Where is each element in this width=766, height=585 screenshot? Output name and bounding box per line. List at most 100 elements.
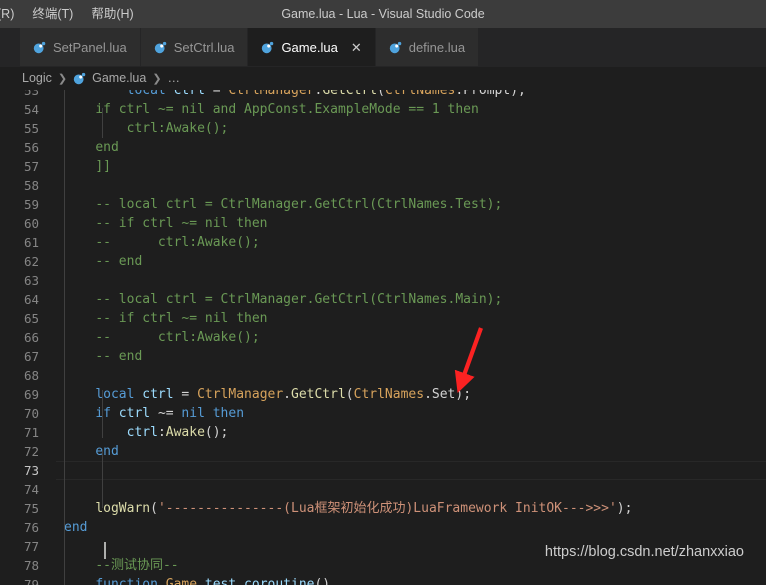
line-content[interactable]: function Game.test_coroutine()	[60, 575, 766, 585]
line-content[interactable]	[60, 176, 766, 195]
code-line-76[interactable]: 76 end	[0, 518, 766, 537]
token: Awake	[165, 425, 205, 440]
code-line-58[interactable]: 58	[0, 176, 766, 195]
token: end	[95, 444, 119, 459]
line-content[interactable]: if ctrl ~= nil and AppConst.ExampleMode …	[60, 100, 766, 119]
tab-close-icon[interactable]: ✕	[351, 41, 362, 54]
title-bar: (R)终端(T)帮助(H) Game.lua - Lua - Visual St…	[0, 0, 766, 28]
code-line-75[interactable]: 75 logWarn('---------------(Lua框架初始化成功)L…	[0, 499, 766, 518]
line-content[interactable]	[60, 537, 766, 556]
tab-define-lua[interactable]: define.lua	[375, 28, 480, 66]
menu-item-1[interactable]: 终端(T)	[23, 0, 82, 28]
code-line-66[interactable]: 66 -- ctrl:Awake();	[0, 328, 766, 347]
code-lines[interactable]: 53 local ctrl = CtrlManager.GetCtrl(Ctrl…	[0, 90, 766, 585]
line-content[interactable]: -- local ctrl = CtrlManager.GetCtrl(Ctrl…	[60, 290, 766, 309]
code-line-69[interactable]: 69 local ctrl = CtrlManager.GetCtrl(Ctrl…	[0, 385, 766, 404]
code-line-60[interactable]: 60 -- if ctrl ~= nil then	[0, 214, 766, 233]
code-line-78[interactable]: 78 --测试协同--	[0, 556, 766, 575]
line-content[interactable]	[60, 366, 766, 385]
code-line-57[interactable]: 57 ]]	[0, 157, 766, 176]
line-content[interactable]: -- ctrl:Awake();	[60, 233, 766, 252]
line-content[interactable]: end	[60, 138, 766, 157]
code-line-59[interactable]: 59 -- local ctrl = CtrlManager.GetCtrl(C…	[0, 195, 766, 214]
code-editor[interactable]: 53 local ctrl = CtrlManager.GetCtrl(Ctrl…	[0, 90, 766, 585]
line-content[interactable]	[60, 480, 766, 499]
menu-item-2[interactable]: 帮助(H)	[82, 0, 142, 28]
token: -- end	[95, 254, 143, 269]
token: local	[126, 90, 166, 98]
line-content[interactable]: ctrl:Awake();	[60, 119, 766, 138]
line-number: 55	[23, 121, 39, 136]
code-line-63[interactable]: 63	[0, 271, 766, 290]
editor-tab-bar: SetPanel.lua SetCtrl.lua Game.lua ✕ define.l…	[0, 28, 766, 67]
code-line-71[interactable]: 71 ctrl:Awake();	[0, 423, 766, 442]
line-number: 70	[23, 406, 39, 421]
code-line-74[interactable]: 74	[0, 480, 766, 499]
line-content[interactable]: if ctrl ~= nil then	[60, 404, 766, 423]
code-line-65[interactable]: 65 -- if ctrl ~= nil then	[0, 309, 766, 328]
line-content[interactable]	[56, 461, 766, 480]
code-line-64[interactable]: 64 -- local ctrl = CtrlManager.GetCtrl(C…	[0, 290, 766, 309]
line-number: 69	[23, 387, 39, 402]
line-content[interactable]: -- end	[60, 252, 766, 271]
tab-label: SetCtrl.lua	[173, 39, 235, 55]
code-line-62[interactable]: 62 -- end	[0, 252, 766, 271]
line-number: 72	[23, 444, 39, 459]
token: (	[150, 501, 158, 516]
code-line-70[interactable]: 70 if ctrl ~= nil then	[0, 404, 766, 423]
code-line-56[interactable]: 56 end	[0, 138, 766, 157]
code-line-68[interactable]: 68	[0, 366, 766, 385]
token: test_coroutine	[204, 577, 315, 585]
line-content[interactable]: end	[60, 518, 766, 537]
line-content[interactable]: -- local ctrl = CtrlManager.GetCtrl(Ctrl…	[60, 195, 766, 214]
line-number: 58	[23, 178, 39, 193]
tab-setpanel-lua[interactable]: SetPanel.lua	[20, 28, 141, 66]
line-content[interactable]: --测试协同--	[60, 556, 766, 575]
code-line-55[interactable]: 55 ctrl:Awake();	[0, 119, 766, 138]
line-content[interactable]: ctrl:Awake();	[60, 423, 766, 442]
code-line-77[interactable]: 77	[0, 537, 766, 556]
line-content[interactable]: logWarn('---------------(Lua框架初始化成功)LuaF…	[60, 499, 766, 518]
code-line-72[interactable]: 72 end	[0, 442, 766, 461]
token: -- if ctrl ~= nil then	[95, 311, 268, 326]
line-content[interactable]: -- ctrl:Awake();	[60, 328, 766, 347]
code-line-67[interactable]: 67 -- end	[0, 347, 766, 366]
code-line-54[interactable]: 54 if ctrl ~= nil and AppConst.ExampleMo…	[0, 100, 766, 119]
line-number: 62	[23, 254, 39, 269]
menu-item-0[interactable]: (R)	[0, 0, 23, 28]
lua-file-icon	[261, 41, 274, 54]
line-number: 53	[23, 90, 39, 98]
line-content[interactable]: -- if ctrl ~= nil then	[60, 214, 766, 233]
code-line-61[interactable]: 61 -- ctrl:Awake();	[0, 233, 766, 252]
line-number: 74	[23, 482, 39, 497]
token: =	[204, 90, 229, 98]
line-number: 78	[23, 558, 39, 573]
code-line-73[interactable]: 73	[0, 461, 766, 480]
tab-game-lua[interactable]: Game.lua ✕	[248, 28, 376, 66]
breadcrumb-item-2[interactable]: …	[168, 71, 181, 85]
breadcrumb-item-1[interactable]: Game.lua	[92, 71, 146, 85]
line-content[interactable]: -- if ctrl ~= nil then	[60, 309, 766, 328]
code-line-79[interactable]: 79 function Game.test_coroutine()	[0, 575, 766, 585]
line-content[interactable]: local ctrl = CtrlManager.GetCtrl(CtrlNam…	[60, 385, 766, 404]
token: );	[455, 387, 472, 402]
line-content[interactable]: ]]	[60, 157, 766, 176]
line-content[interactable]: -- end	[60, 347, 766, 366]
token: -- local ctrl = CtrlManager.GetCtrl(Ctrl…	[95, 292, 503, 307]
token: ()	[314, 577, 331, 585]
breadcrumb-item-0[interactable]: Logic	[22, 71, 52, 85]
tab-setctrl-lua[interactable]: SetCtrl.lua	[140, 28, 249, 66]
line-content[interactable]	[60, 271, 766, 290]
token: CtrlManager	[228, 90, 315, 98]
line-content[interactable]: local ctrl = CtrlManager.GetCtrl(CtrlNam…	[60, 90, 766, 100]
code-line-53[interactable]: 53 local ctrl = CtrlManager.GetCtrl(Ctrl…	[0, 90, 766, 100]
line-content[interactable]: end	[60, 442, 766, 461]
